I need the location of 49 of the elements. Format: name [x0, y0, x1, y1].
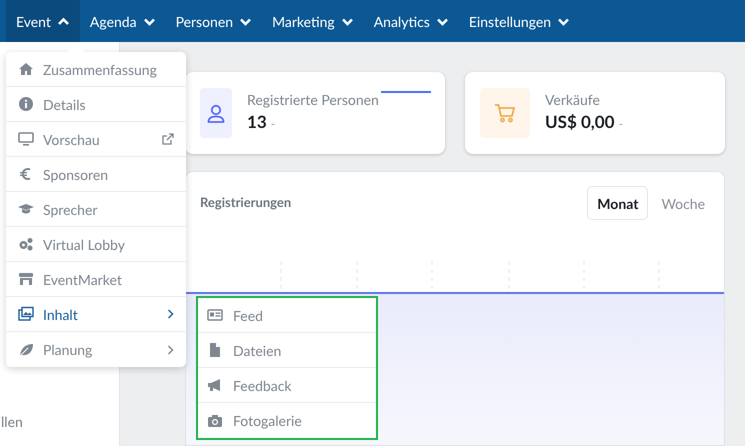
stat-value: US$ 0,00	[545, 110, 614, 134]
indicator-line	[381, 91, 431, 93]
submenu-item[interactable]: Fotogalerie	[198, 403, 376, 438]
chevron-icon	[142, 16, 156, 26]
menu-item[interactable]: Details	[6, 87, 186, 122]
chevron-icon	[557, 16, 570, 26]
chevron-icon	[56, 16, 70, 26]
nav-tab[interactable]: Agenda	[80, 0, 166, 42]
images-icon	[18, 306, 34, 322]
nav-tab[interactable]: Personen	[166, 0, 262, 42]
menu-item[interactable]: EventMarket	[6, 262, 186, 297]
person-icon	[200, 88, 232, 138]
menu-item[interactable]: Planung	[6, 332, 186, 367]
nav-tab[interactable]: Marketing	[262, 0, 364, 42]
nav-tab[interactable]: Analytics	[364, 0, 459, 42]
menu-item[interactable]: Zusammenfassung	[6, 52, 186, 87]
menu-item[interactable]: Inhalt	[6, 297, 186, 332]
period-tab[interactable]: Woche	[652, 186, 714, 220]
chart-title: Registrierungen	[200, 193, 292, 212]
sidebar-text: llen	[1, 412, 23, 432]
store-icon	[18, 271, 34, 287]
stat-change: -	[618, 115, 623, 134]
stat-change: -	[270, 115, 276, 134]
chevron-icon	[340, 16, 354, 26]
gears-icon	[18, 236, 34, 252]
submenu-item[interactable]: Dateien	[198, 333, 376, 368]
newspaper-icon	[207, 307, 223, 323]
megaphone-icon	[207, 377, 223, 393]
chevron-icon	[239, 16, 252, 26]
camera-icon	[207, 412, 223, 428]
nav-tab[interactable]: Einstellungen	[458, 0, 580, 42]
submenu-item[interactable]: Feed	[198, 298, 376, 333]
info-icon	[18, 96, 34, 112]
stat-label: Registrierte Personen	[247, 91, 379, 110]
stat-label: Verkäufe	[545, 91, 601, 110]
period-tab[interactable]: Monat	[587, 186, 648, 220]
menu-item[interactable]: Sponsoren	[6, 157, 186, 192]
cart-icon	[480, 88, 530, 138]
menu-item[interactable]: Virtual Lobby	[6, 227, 186, 262]
leaf-icon	[18, 342, 34, 358]
monitor-icon	[18, 131, 34, 147]
chevron-icon	[436, 16, 449, 26]
file-icon	[207, 342, 223, 358]
menu-item[interactable]: Sprecher	[6, 192, 186, 227]
nav-tab[interactable]: Event	[6, 0, 80, 42]
stat-value: 13	[247, 110, 267, 134]
submenu-item[interactable]: Feedback	[198, 368, 376, 403]
home-icon	[18, 61, 34, 77]
menu-item[interactable]: Vorschau	[6, 122, 186, 157]
